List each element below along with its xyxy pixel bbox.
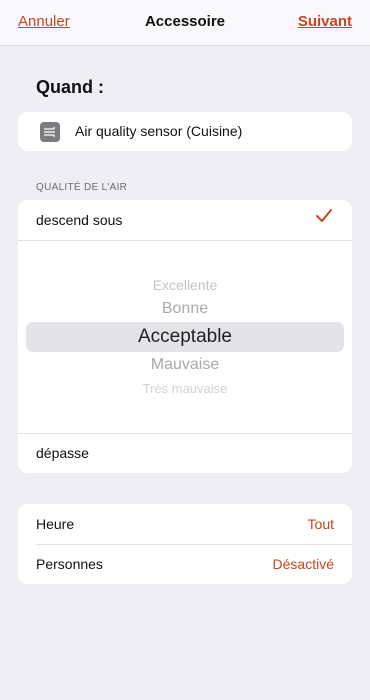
condition-card: descend sous Excellente Bonne Acceptable… [18,200,352,473]
when-heading: Quand : [36,77,104,97]
air-flow-icon [40,122,60,142]
picker-option[interactable]: Bonne [18,300,352,318]
picker-option[interactable]: Très mauvaise [18,381,352,396]
divider [36,544,352,545]
device-name: Air quality sensor (Cuisine) [75,123,243,139]
picker-option[interactable]: Mauvaise [18,356,352,374]
divider [18,240,352,241]
divider [18,433,352,434]
condition-above-row[interactable]: dépasse [36,445,89,461]
picker-option[interactable]: Excellente [18,277,352,293]
condition-below-row[interactable]: descend sous [36,212,122,228]
trigger-device-row[interactable]: Air quality sensor (Cuisine) [18,112,352,151]
people-row-label[interactable]: Personnes [36,556,103,572]
checkmark-icon [316,209,332,228]
time-row-value[interactable]: Tout [308,516,334,532]
options-card: Heure Tout Personnes Désactivé [18,504,352,584]
time-row-label[interactable]: Heure [36,516,74,532]
people-row-value[interactable]: Désactivé [273,556,334,572]
air-quality-section-header: QUALITÉ DE L'AIR [36,182,128,193]
navigation-bar: Annuler Accessoire Suivant [0,0,370,46]
next-button[interactable]: Suivant [298,13,352,30]
picker-option-selected[interactable]: Acceptable [18,326,352,348]
